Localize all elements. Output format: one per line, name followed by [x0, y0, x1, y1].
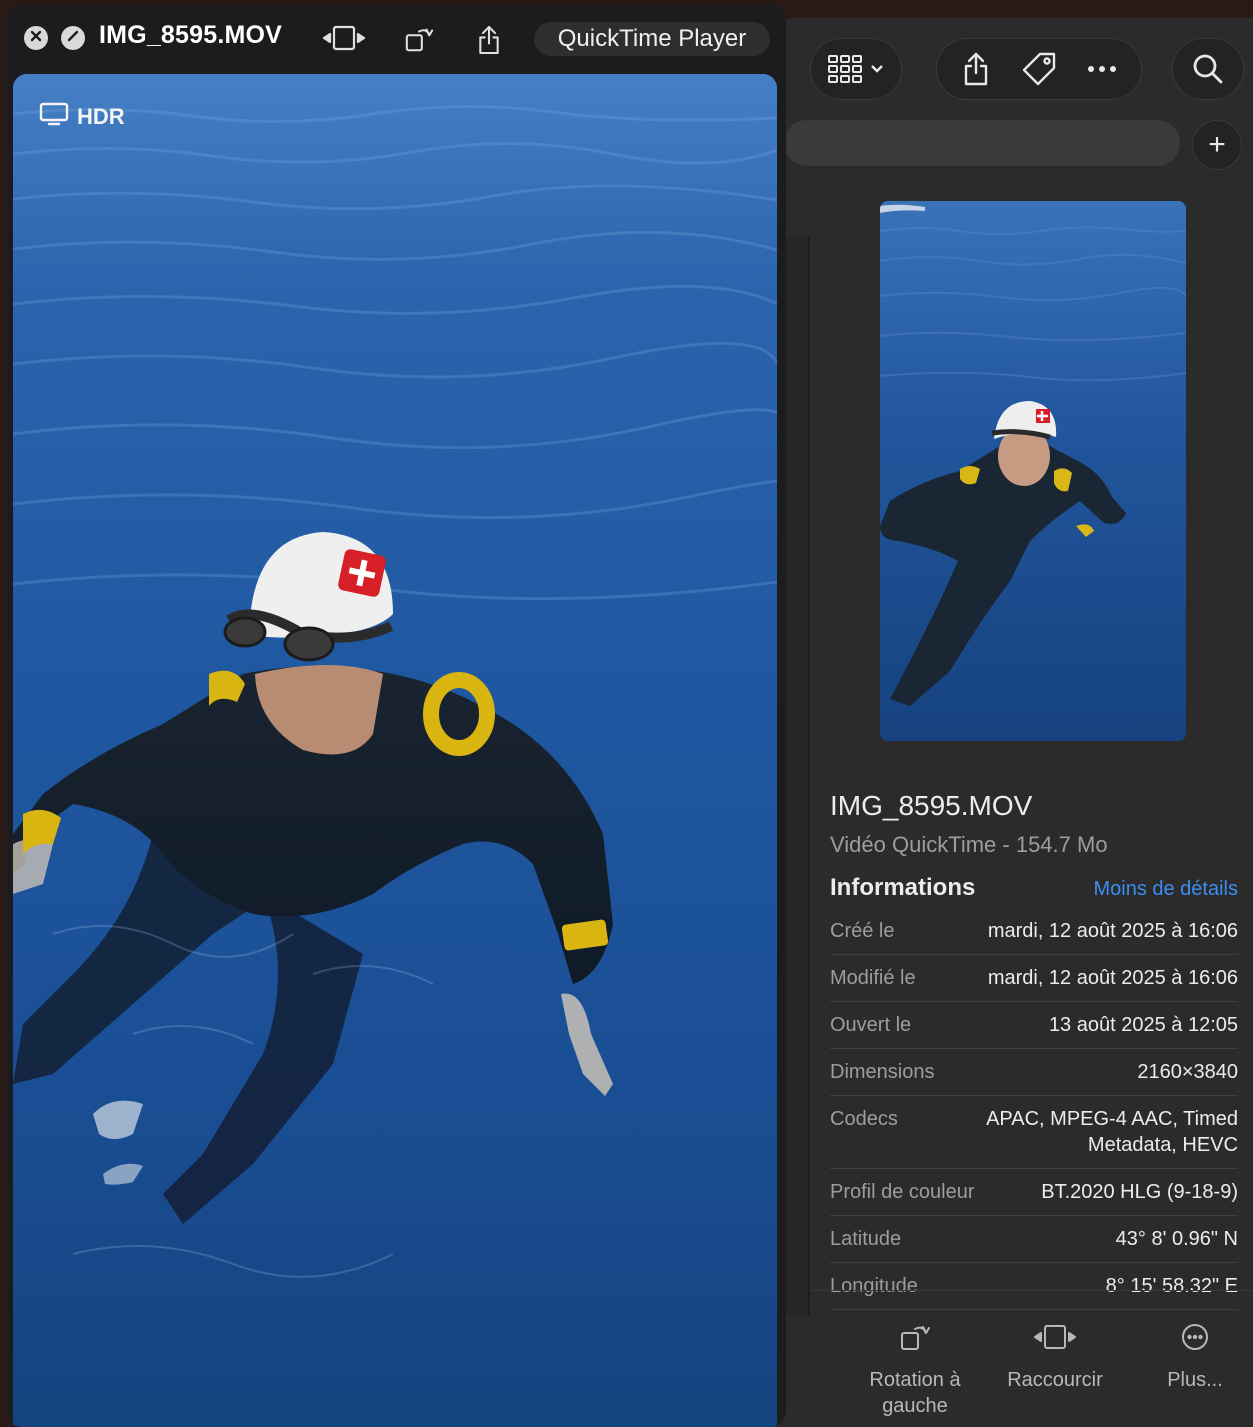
more-circle-icon	[1120, 1317, 1253, 1357]
actions-group	[936, 38, 1142, 100]
trim-icon	[980, 1317, 1130, 1357]
preview-image	[880, 201, 1186, 741]
window-title: IMG_8595.MOV	[99, 21, 283, 49]
info-table: Créé le mardi, 12 août 2025 à 16:06 Modi…	[830, 908, 1238, 1310]
tag-icon[interactable]	[1021, 51, 1057, 87]
info-row-modified: Modifié le mardi, 12 août 2025 à 16:06	[830, 955, 1238, 1002]
search-icon	[1192, 53, 1224, 85]
info-key: Créé le	[830, 920, 895, 942]
preview-file-name: IMG_8595.MOV	[830, 790, 1033, 821]
info-value: 2160×3840	[1137, 1061, 1238, 1083]
finder-toolbar	[770, 18, 1253, 118]
info-row-opened: Ouvert le 13 août 2025 à 12:05	[830, 1002, 1238, 1049]
info-title: Informations	[830, 874, 976, 901]
info-key: Dimensions	[830, 1061, 935, 1083]
quick-actions: Rotation à gauche Raccourcir Plus...	[810, 1290, 1253, 1427]
rotate-icon[interactable]	[404, 24, 434, 59]
info-value: 43° 8' 0.96" N	[1115, 1228, 1238, 1250]
close-icon	[30, 30, 42, 46]
preview-thumbnail	[880, 201, 1186, 741]
view-options-button[interactable]	[810, 38, 902, 100]
info-row-codecs: Codecs APAC, MPEG-4 AAC, Timed Metadata,…	[830, 1096, 1238, 1169]
minimize-button[interactable]	[61, 26, 85, 50]
rotate-icon	[840, 1317, 990, 1357]
info-header: Informations Moins de détails	[830, 874, 1238, 902]
finder-window: + IMG_8595.MOV Vidéo QuickTime - 154.7 M…	[770, 18, 1253, 1427]
minimize-icon	[66, 29, 80, 47]
open-with-app-button[interactable]: QuickTime Player	[534, 22, 770, 56]
trim-icon[interactable]	[322, 24, 366, 57]
info-row-created: Créé le mardi, 12 août 2025 à 16:06	[830, 908, 1238, 955]
add-icon: +	[1208, 128, 1226, 161]
info-row-latitude: Latitude 43° 8' 0.96" N	[830, 1216, 1238, 1263]
info-value: 13 août 2025 à 12:05	[1048, 1014, 1238, 1036]
chevron-down-icon	[870, 64, 884, 74]
close-button[interactable]	[24, 26, 48, 50]
info-row-dimensions: Dimensions 2160×3840	[830, 1049, 1238, 1096]
info-value: mardi, 12 août 2025 à 16:06	[987, 967, 1238, 989]
info-key: Ouvert le	[830, 1014, 912, 1036]
hdr-label: HDR	[77, 104, 125, 129]
info-key: Profil de couleur	[830, 1181, 975, 1203]
hdr-badge: HDR	[39, 102, 125, 132]
trim-label: Raccourcir	[1007, 1369, 1103, 1391]
info-key: Modifié le	[830, 967, 916, 989]
rotate-left-button[interactable]: Rotation à gauche	[840, 1317, 990, 1419]
less-details-link[interactable]: Moins de détails	[1093, 878, 1238, 901]
file-metadata: IMG_8595.MOV Vidéo QuickTime - 154.7 Mo …	[830, 790, 1238, 1310]
more-actions-button[interactable]: Plus...	[1120, 1317, 1253, 1393]
share-icon[interactable]	[961, 51, 991, 87]
preview-file-kind: Vidéo QuickTime - 154.7 Mo	[830, 832, 1108, 857]
video-image	[13, 74, 777, 1427]
quicktime-title-bar[interactable]: IMG_8595.MOV QuickTime Player	[6, 4, 786, 74]
add-button[interactable]: +	[1192, 120, 1242, 170]
more-label: Plus...	[1167, 1369, 1223, 1391]
info-value: APAC, MPEG-4 AAC, Timed Metadata, HEVC	[986, 1108, 1238, 1156]
info-row-color-profile: Profil de couleur BT.2020 HLG (9-18-9)	[830, 1169, 1238, 1216]
more-icon[interactable]	[1087, 65, 1117, 73]
display-icon	[39, 102, 69, 132]
share-icon[interactable]	[476, 24, 502, 61]
path-bar[interactable]	[784, 120, 1180, 166]
video-frame[interactable]: HDR	[13, 74, 777, 1427]
view-grid-icon	[828, 54, 862, 84]
info-value: mardi, 12 août 2025 à 16:06	[987, 920, 1238, 942]
info-value: BT.2020 HLG (9-18-9)	[1041, 1181, 1238, 1203]
info-key: Codecs	[830, 1108, 898, 1130]
quicktime-window: IMG_8595.MOV QuickTime Player HDR	[6, 4, 786, 1427]
info-key: Latitude	[830, 1228, 902, 1250]
rotate-left-label: Rotation à gauche	[869, 1369, 961, 1417]
trim-button[interactable]: Raccourcir	[980, 1317, 1130, 1393]
sidebar-divider	[808, 236, 810, 1316]
search-button[interactable]	[1172, 38, 1244, 100]
